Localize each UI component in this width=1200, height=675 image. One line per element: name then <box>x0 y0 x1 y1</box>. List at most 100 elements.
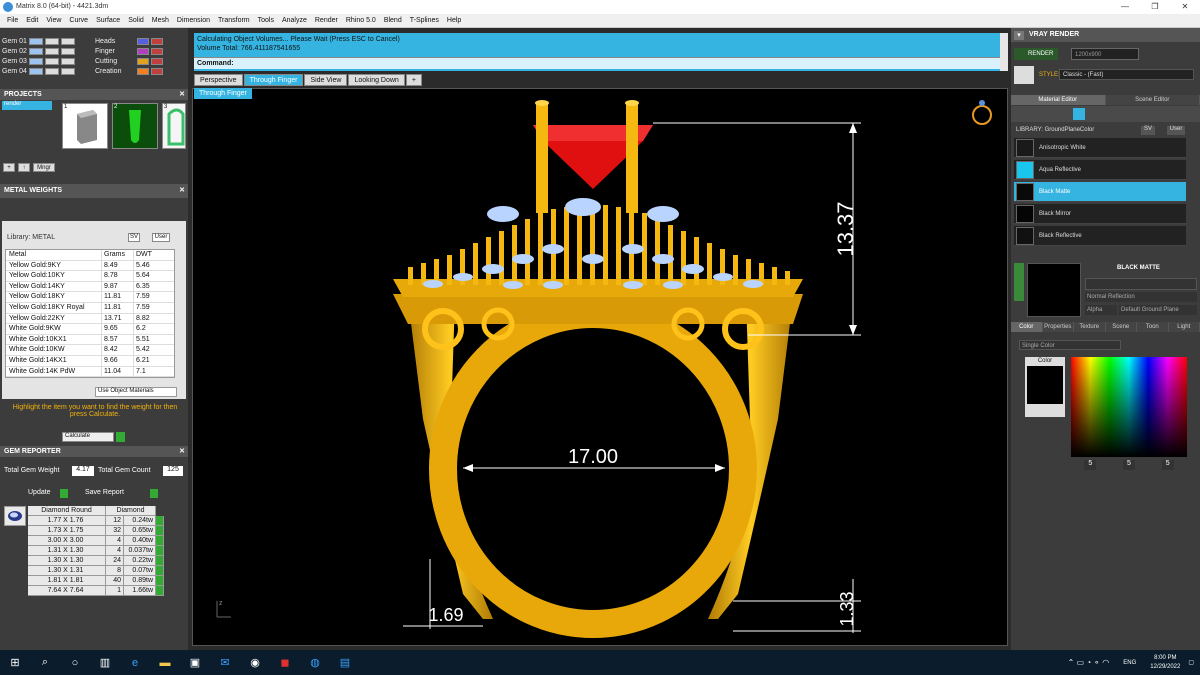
tab-properties[interactable]: Properties <box>1042 322 1074 332</box>
add-tab-button[interactable]: + <box>405 74 422 86</box>
color-picker[interactable] <box>1071 357 1187 457</box>
material-item[interactable]: Black Reflective <box>1014 226 1186 246</box>
language-indicator[interactable]: ENG <box>1123 660 1136 666</box>
table-row[interactable]: Yellow Gold:18KY 11.81 7.59 <box>6 292 174 303</box>
menu-edit[interactable]: Edit <box>22 17 42 24</box>
menu-mesh[interactable]: Mesh <box>148 17 173 24</box>
table-row[interactable]: White Gold:10KX1 8.57 5.51 <box>6 334 174 346</box>
sv-button[interactable]: SV <box>128 233 140 242</box>
table-row[interactable]: Yellow Gold:9KY 8.49 5.46 <box>6 260 174 272</box>
setting-creation[interactable]: Creation <box>95 66 183 76</box>
up-button[interactable]: ↑ <box>18 163 30 172</box>
row-go-icon[interactable] <box>156 576 164 586</box>
row-go-icon[interactable] <box>156 536 164 546</box>
sv-button[interactable]: SV <box>1141 126 1155 135</box>
menu-file[interactable]: File <box>3 17 22 24</box>
table-row[interactable]: 7.64 X 7.64 1 1.66tw <box>28 586 166 596</box>
menu-analyze[interactable]: Analyze <box>278 17 311 24</box>
reflection-dropdown[interactable]: Normal Reflection <box>1085 292 1197 302</box>
table-row[interactable]: 1.77 X 1.76 12 0.24tw <box>28 516 166 526</box>
gem-row-2[interactable]: Gem 02 <box>2 46 94 56</box>
table-row[interactable]: Yellow Gold:18KY Royal 11.81 7.59 <box>6 302 174 314</box>
tab-texture[interactable]: Texture <box>1074 322 1106 332</box>
material-item[interactable]: Aqua Reflective <box>1014 160 1186 180</box>
table-row[interactable]: White Gold:10KW 8.42 5.42 <box>6 345 174 356</box>
rhino-app-icon[interactable]: ◼ <box>270 650 300 675</box>
clock[interactable]: 8:00 PM 12/29/2022 <box>1150 654 1180 672</box>
save-report-button[interactable]: Save Report <box>85 489 124 496</box>
command-input[interactable]: Command: <box>194 57 1000 69</box>
tab-toon[interactable]: Toon <box>1137 322 1169 332</box>
row-go-icon[interactable] <box>156 566 164 576</box>
minimize-button[interactable]: — <box>1110 0 1140 14</box>
viewport[interactable]: 13.37 17.00 1.69 1.33 z <box>192 88 1008 646</box>
material-item[interactable]: Black Mirror <box>1014 204 1186 224</box>
edge-icon[interactable]: e <box>120 650 150 675</box>
viewport-label[interactable]: Through Finger <box>194 88 252 99</box>
row-go-icon[interactable] <box>156 556 164 566</box>
ground-plane-dropdown[interactable]: Default Ground Plane <box>1119 305 1197 315</box>
resolution-field[interactable]: 1200x900 <box>1071 48 1139 60</box>
command-scrollbar[interactable] <box>1000 33 1008 71</box>
setting-finger[interactable]: Finger <box>95 46 183 56</box>
red-value[interactable]: 5 <box>1084 460 1097 470</box>
menu-blend[interactable]: Blend <box>380 17 406 24</box>
menu-rhino[interactable]: Rhino 5.0 <box>342 17 380 24</box>
close-icon[interactable]: ✕ <box>179 184 185 198</box>
menu-surface[interactable]: Surface <box>92 17 124 24</box>
material-item[interactable]: Black Matte <box>1014 182 1186 202</box>
color-swatch[interactable] <box>1027 366 1063 404</box>
table-row[interactable]: 1.30 X 1.30 24 0.22tw <box>28 556 166 566</box>
update-go-icon[interactable] <box>60 489 68 498</box>
user-button[interactable]: User <box>1167 126 1185 135</box>
render-button[interactable]: RENDER <box>1014 48 1058 60</box>
menu-help[interactable]: Help <box>443 17 465 24</box>
tab-through-finger[interactable]: Through Finger <box>243 74 304 86</box>
zoom-icon[interactable]: ▤ <box>330 650 360 675</box>
tab-scene[interactable]: Scene <box>1105 322 1137 332</box>
menu-solid[interactable]: Solid <box>124 17 148 24</box>
tab-light[interactable]: Light <box>1168 322 1200 332</box>
store-icon[interactable]: ▣ <box>180 650 210 675</box>
tab-material-editor[interactable]: Material Editor <box>1011 95 1106 105</box>
task-view-icon[interactable]: ▥ <box>90 650 120 675</box>
table-row[interactable]: Yellow Gold:14KY 9.87 6.35 <box>6 281 174 293</box>
material-icon-row[interactable] <box>1085 278 1197 290</box>
table-row[interactable]: 1.31 X 1.30 4 0.037tw <box>28 546 166 556</box>
update-button[interactable]: Update <box>28 489 51 496</box>
table-row[interactable]: 1.30 X 1.31 8 0.07tw <box>28 566 166 576</box>
use-object-materials-dropdown[interactable]: Use Object Materials <box>95 387 177 397</box>
menu-transform[interactable]: Transform <box>214 17 254 24</box>
calculate-go-icon[interactable] <box>116 432 125 442</box>
add-button[interactable]: + <box>3 163 15 172</box>
row-go-icon[interactable] <box>156 526 164 536</box>
menu-render[interactable]: Render <box>311 17 342 24</box>
table-row[interactable]: 1.81 X 1.81 40 0.89tw <box>28 576 166 586</box>
close-icon[interactable]: ✕ <box>179 89 185 100</box>
project-item[interactable]: render <box>2 101 52 110</box>
table-row[interactable]: White Gold:14K PdW 11.04 7.1 <box>6 366 174 378</box>
matrix-app-icon[interactable]: ◉ <box>240 650 270 675</box>
project-thumb-1[interactable] <box>62 103 108 149</box>
tab-color[interactable]: Color <box>1011 322 1043 332</box>
menu-view[interactable]: View <box>42 17 65 24</box>
user-button[interactable]: User <box>152 233 170 242</box>
manager-button[interactable]: Mngr <box>33 163 55 172</box>
gem-row-3[interactable]: Gem 03 <box>2 56 94 66</box>
browser-icon[interactable]: ◍ <box>300 650 330 675</box>
tab-side-view[interactable]: Side View <box>304 74 348 86</box>
cortana-icon[interactable]: ○ <box>60 650 90 675</box>
row-go-icon[interactable] <box>156 546 164 556</box>
tab-perspective[interactable]: Perspective <box>194 74 243 86</box>
setting-heads[interactable]: Heads <box>95 36 183 46</box>
tab-looking-down[interactable]: Looking Down <box>348 74 405 86</box>
green-value[interactable]: 5 <box>1123 460 1135 470</box>
table-row[interactable]: White Gold:9KW 9.65 6.2 <box>6 324 174 335</box>
menu-tsplines[interactable]: T-Splines <box>406 17 443 24</box>
tab-scene-editor[interactable]: Scene Editor <box>1105 95 1200 105</box>
gem-row-4[interactable]: Gem 04 <box>2 66 94 76</box>
color-mode-dropdown[interactable]: Single Color <box>1019 340 1121 350</box>
style-dropdown[interactable]: Classic - (Fast) <box>1059 69 1194 80</box>
table-row[interactable]: 1.73 X 1.75 32 0.65tw <box>28 526 166 536</box>
material-tool-icon[interactable] <box>1073 108 1085 120</box>
